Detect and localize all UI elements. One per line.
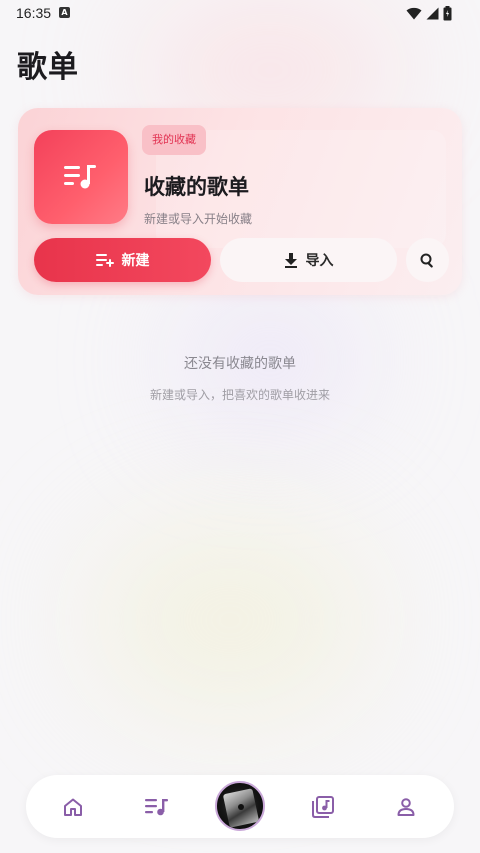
search-icon	[420, 253, 433, 268]
import-playlist-label: 导入	[305, 253, 334, 269]
search-button[interactable]	[406, 238, 449, 282]
status-time: 16:35	[16, 5, 52, 21]
download-icon	[284, 252, 297, 268]
profile-icon	[397, 797, 415, 816]
wifi-icon	[406, 7, 422, 20]
new-playlist-button[interactable]: 新建	[34, 238, 211, 282]
playlist-cover[interactable]	[34, 130, 128, 224]
favorites-tag: 我的收藏	[142, 125, 206, 155]
page-title: 歌单	[17, 50, 79, 85]
disc-center	[238, 804, 244, 810]
import-playlist-button[interactable]: 导入	[220, 238, 397, 282]
bottom-navigation	[26, 775, 454, 838]
playlist-music-icon	[64, 165, 96, 189]
nav-playlist[interactable]	[132, 775, 182, 838]
music-library-icon	[312, 795, 334, 818]
empty-state-subtitle: 新建或导入，把喜欢的歌单收进来	[149, 388, 330, 402]
favorites-playlist-card: 我的收藏 收藏的歌单 新建或导入开始收藏 新建 导入	[18, 108, 462, 295]
now-playing-disc[interactable]	[215, 781, 265, 831]
signal-icon	[426, 7, 439, 20]
new-playlist-label: 新建	[121, 253, 150, 269]
card-title: 收藏的歌单	[144, 175, 249, 199]
nav-home[interactable]	[48, 775, 98, 838]
playlist-add-icon	[95, 254, 114, 267]
playlist-icon	[145, 798, 168, 815]
battery-icon	[443, 6, 452, 21]
notification-icon: A	[59, 7, 70, 18]
empty-state-title: 还没有收藏的歌单	[184, 356, 296, 372]
status-bar: 16:35 A	[0, 0, 480, 28]
nav-profile[interactable]	[381, 775, 431, 838]
home-icon	[64, 798, 82, 816]
status-icons	[406, 6, 452, 21]
card-subtitle: 新建或导入开始收藏	[144, 212, 253, 226]
background-glow	[90, 520, 370, 720]
nav-library[interactable]	[298, 775, 348, 838]
